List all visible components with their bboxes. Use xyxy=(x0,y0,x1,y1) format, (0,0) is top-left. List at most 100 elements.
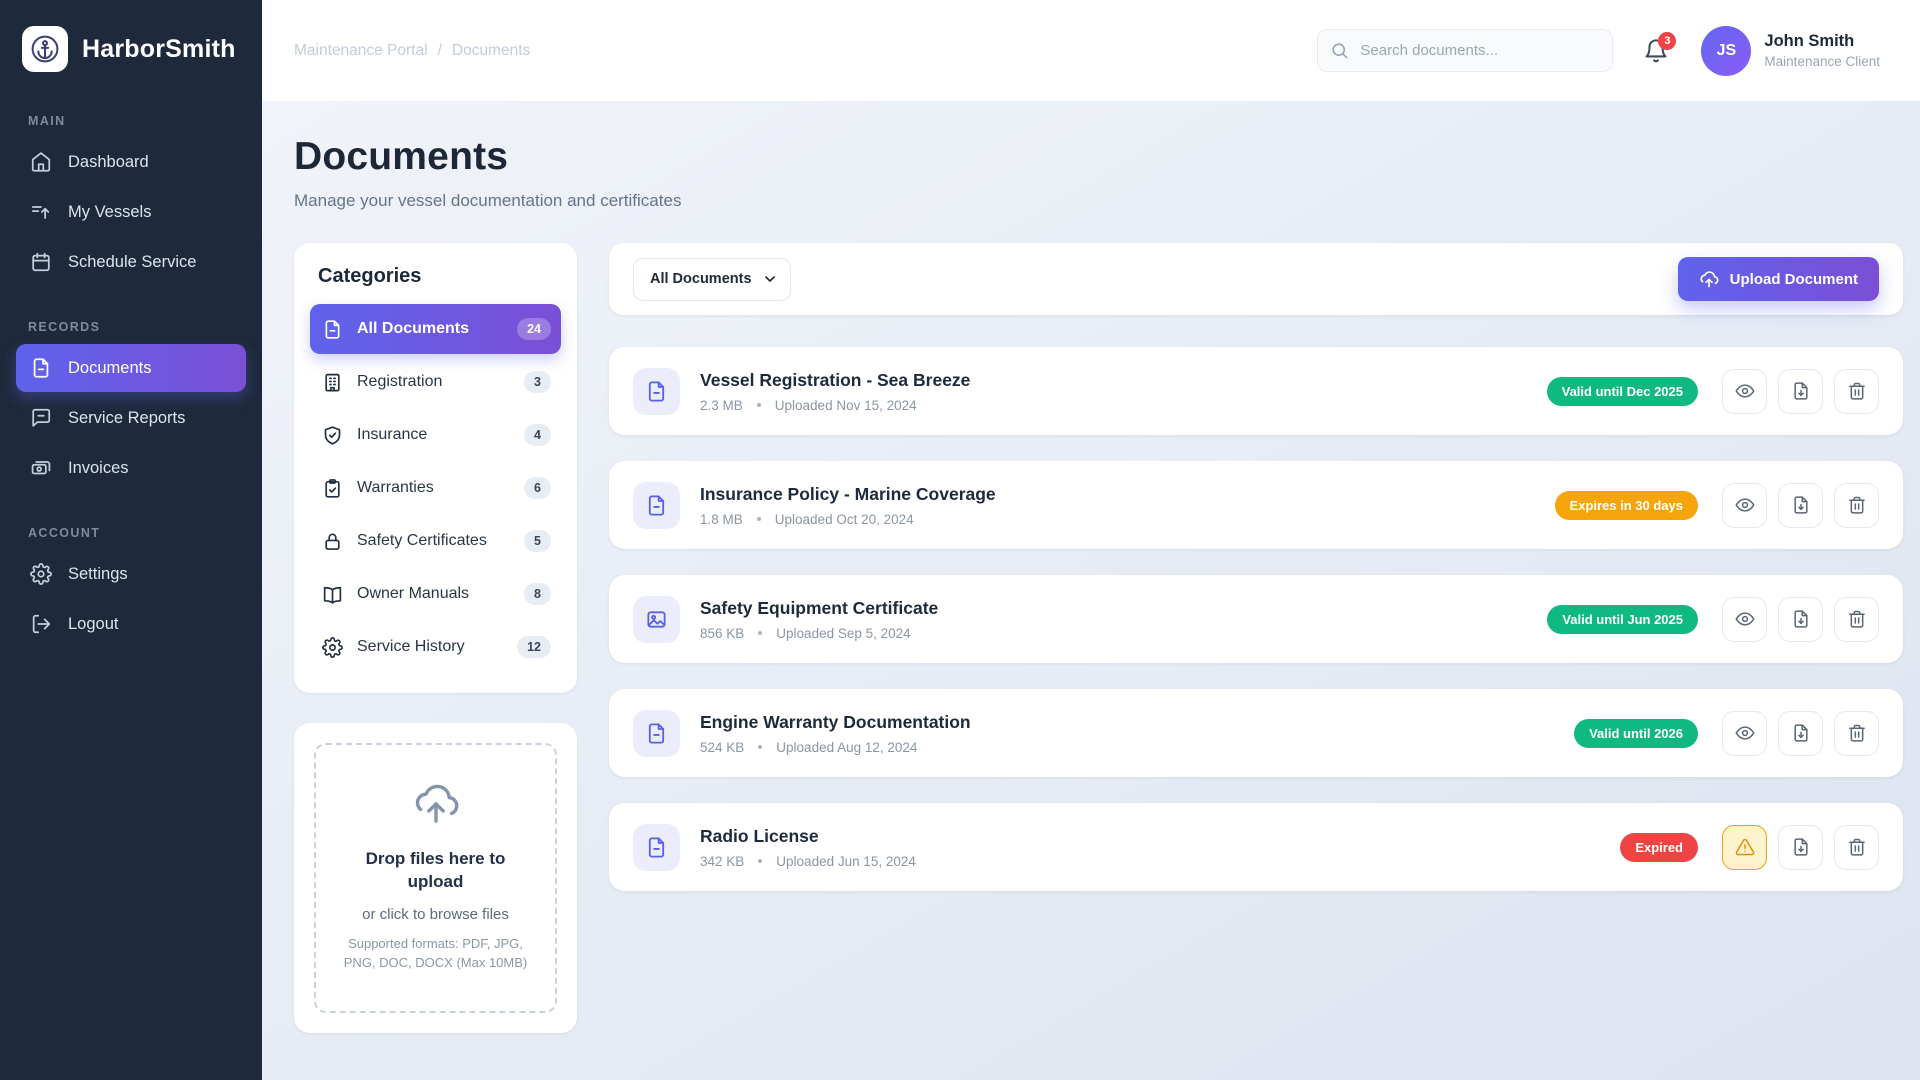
category-label: Registration xyxy=(357,373,510,391)
dropzone-hint: Supported formats: PDF, JPG, PNG, DOC, D… xyxy=(332,935,539,973)
document-info: Insurance Policy - Marine Coverage 1.8 M… xyxy=(700,484,996,527)
category-registration[interactable]: Registration 3 xyxy=(310,357,561,407)
file-icon xyxy=(645,494,668,517)
sidebar-item-documents[interactable]: Documents xyxy=(16,344,246,392)
categories-panel: Categories All Documents 24 xyxy=(294,243,577,693)
document-info: Engine Warranty Documentation 524 KB Upl… xyxy=(700,712,971,755)
upload-document-button[interactable]: Upload Document xyxy=(1678,257,1879,301)
upload-document-label: Upload Document xyxy=(1730,271,1858,288)
search-input[interactable] xyxy=(1317,29,1613,72)
sidebar-item-label: Dashboard xyxy=(68,153,149,172)
content: Documents Manage your vessel documentati… xyxy=(262,101,1920,1080)
status-badge: Valid until Jun 2025 xyxy=(1547,605,1698,634)
document-meta: 342 KB Uploaded Jun 15, 2024 xyxy=(700,854,916,869)
file-download-icon xyxy=(1791,723,1811,743)
file-dropzone[interactable]: Drop files here to upload or click to br… xyxy=(314,743,557,1013)
document-actions: Valid until 2026 xyxy=(1574,711,1879,756)
documents-toolbar: All Documents Upload Document xyxy=(609,243,1903,315)
breadcrumb: Maintenance Portal / Documents xyxy=(294,42,530,60)
sidebar-item-invoices[interactable]: Invoices xyxy=(16,444,246,492)
sidebar-item-label: Documents xyxy=(68,359,151,378)
category-count: 3 xyxy=(524,371,551,393)
category-label: Safety Certificates xyxy=(357,532,510,550)
download-button[interactable] xyxy=(1778,483,1823,528)
file-download-icon xyxy=(1791,837,1811,857)
clipboard-check-icon xyxy=(322,478,343,499)
breadcrumb-current: Documents xyxy=(452,42,530,60)
sidebar-item-settings[interactable]: Settings xyxy=(16,550,246,598)
document-title: Radio License xyxy=(700,826,916,847)
document-title: Insurance Policy - Marine Coverage xyxy=(700,484,996,505)
status-badge: Expired xyxy=(1620,833,1698,862)
sidebar-item-dashboard[interactable]: Dashboard xyxy=(16,138,246,186)
document-row: Vessel Registration - Sea Breeze 2.3 MB … xyxy=(609,347,1903,435)
document-info: Radio License 342 KB Uploaded Jun 15, 20… xyxy=(700,826,916,869)
breadcrumb-root[interactable]: Maintenance Portal xyxy=(294,42,428,60)
user-role: Maintenance Client xyxy=(1764,54,1880,69)
trash-icon xyxy=(1847,381,1867,401)
document-row: Safety Equipment Certificate 856 KB Uplo… xyxy=(609,575,1903,663)
sidebar-item-label: Schedule Service xyxy=(68,253,196,272)
content-row: Categories All Documents 24 xyxy=(294,243,1903,1033)
eye-icon xyxy=(1735,381,1755,401)
document-actions: Expired xyxy=(1620,825,1879,870)
document-list: Vessel Registration - Sea Breeze 2.3 MB … xyxy=(609,347,1903,891)
download-button[interactable] xyxy=(1778,369,1823,414)
nav-records: Documents Service Reports Invoices xyxy=(0,344,262,494)
download-button[interactable] xyxy=(1778,711,1823,756)
view-button[interactable] xyxy=(1722,597,1767,642)
trash-icon xyxy=(1847,837,1867,857)
view-button[interactable] xyxy=(1722,369,1767,414)
sidebar-item-service-reports[interactable]: Service Reports xyxy=(16,394,246,442)
expired-warning-button[interactable] xyxy=(1722,825,1767,870)
sidebar-item-my-vessels[interactable]: My Vessels xyxy=(16,188,246,236)
delete-button[interactable] xyxy=(1834,597,1879,642)
main-area: Maintenance Portal / Documents 3 JS John… xyxy=(262,0,1920,1080)
category-count: 24 xyxy=(517,318,551,340)
download-button[interactable] xyxy=(1778,597,1823,642)
document-info: Vessel Registration - Sea Breeze 2.3 MB … xyxy=(700,370,970,413)
user-menu[interactable]: JS John Smith Maintenance Client xyxy=(1701,26,1880,76)
category-warranties[interactable]: Warranties 6 xyxy=(310,463,561,513)
page-subtitle: Manage your vessel documentation and cer… xyxy=(294,191,1903,211)
status-badge: Valid until Dec 2025 xyxy=(1547,377,1698,406)
file-icon xyxy=(645,380,668,403)
document-meta: 856 KB Uploaded Sep 5, 2024 xyxy=(700,626,938,641)
notification-badge: 3 xyxy=(1658,32,1676,50)
sidebar-item-schedule-service[interactable]: Schedule Service xyxy=(16,238,246,286)
sidebar-item-logout[interactable]: Logout xyxy=(16,600,246,648)
document-size: 524 KB xyxy=(700,740,744,755)
search-icon xyxy=(1330,41,1349,60)
cloud-upload-icon xyxy=(1699,269,1719,289)
category-insurance[interactable]: Insurance 4 xyxy=(310,410,561,460)
upload-panel: Drop files here to upload or click to br… xyxy=(294,723,577,1033)
category-owner-manuals[interactable]: Owner Manuals 8 xyxy=(310,569,561,619)
separator-dot xyxy=(757,403,761,407)
view-button[interactable] xyxy=(1722,711,1767,756)
page-title: Documents xyxy=(294,135,1903,179)
delete-button[interactable] xyxy=(1834,483,1879,528)
category-service-history[interactable]: Service History 12 xyxy=(310,622,561,672)
document-uploaded: Uploaded Jun 15, 2024 xyxy=(776,854,916,869)
download-button[interactable] xyxy=(1778,825,1823,870)
separator-dot xyxy=(758,745,762,749)
brand: HarborSmith xyxy=(0,0,262,82)
document-title: Engine Warranty Documentation xyxy=(700,712,971,733)
category-safety-certificates[interactable]: Safety Certificates 5 xyxy=(310,516,561,566)
sidebar: HarborSmith MAIN Dashboard My Vessels S xyxy=(0,0,262,1080)
delete-button[interactable] xyxy=(1834,825,1879,870)
document-actions: Valid until Dec 2025 xyxy=(1547,369,1879,414)
category-all-documents[interactable]: All Documents 24 xyxy=(310,304,561,354)
user-name: John Smith xyxy=(1764,32,1880,51)
view-button[interactable] xyxy=(1722,483,1767,528)
sidebar-item-label: My Vessels xyxy=(68,203,151,222)
left-column: Categories All Documents 24 xyxy=(294,243,577,1033)
cloud-upload-icon xyxy=(412,779,460,827)
building-icon xyxy=(322,372,343,393)
notifications-button[interactable]: 3 xyxy=(1643,38,1669,64)
delete-button[interactable] xyxy=(1834,711,1879,756)
delete-button[interactable] xyxy=(1834,369,1879,414)
file-download-icon xyxy=(1791,495,1811,515)
gear-icon xyxy=(30,563,52,585)
filter-select[interactable]: All Documents xyxy=(633,258,791,301)
